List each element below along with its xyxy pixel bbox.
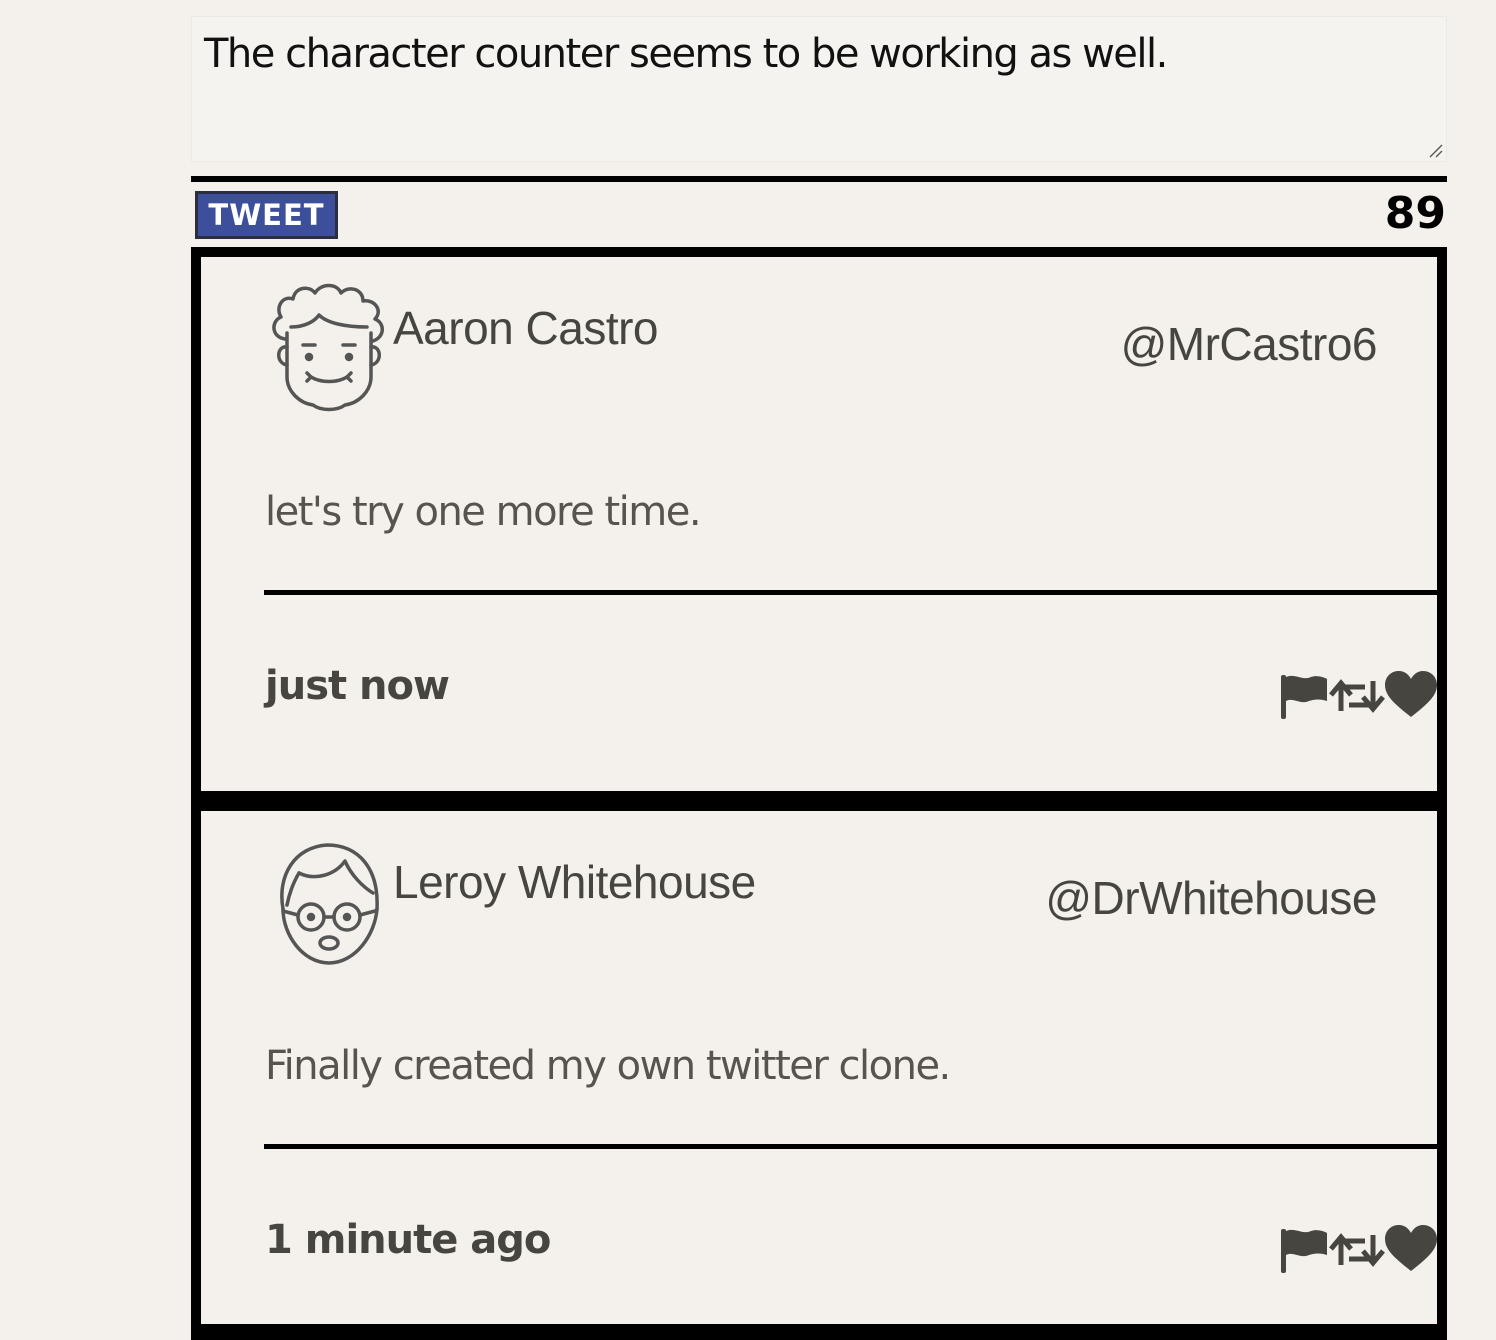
tweet-card: Leroy Whitehouse @DrWhitehouse Finally c… (201, 791, 1437, 1337)
tweet-actions (1279, 671, 1437, 721)
retweet-icon[interactable] (1329, 671, 1385, 721)
avatar-curly-hair-icon (272, 283, 384, 412)
tweet-timestamp: just now (265, 663, 450, 709)
avatar-glasses-icon (280, 843, 379, 965)
composer-text[interactable]: The character counter seems to be workin… (204, 31, 1168, 77)
tweet-feed: Aaron Castro @MrCastro6 let's try one mo… (191, 247, 1447, 1340)
tweet-divider (264, 590, 1437, 595)
tweet-author-name: Aaron Castro (393, 302, 659, 354)
tweet-author-handle: @DrWhitehouse (1045, 872, 1377, 924)
tweet-author-handle: @MrCastro6 (1120, 318, 1378, 370)
heart-icon[interactable] (1385, 1225, 1437, 1275)
retweet-icon[interactable] (1329, 1225, 1385, 1275)
character-counter: 89 (1384, 188, 1446, 239)
tweet-actions (1279, 1225, 1437, 1275)
tweet-author-name: Leroy Whitehouse (393, 856, 756, 908)
resize-handle-icon[interactable] (1427, 142, 1443, 158)
composer-divider (191, 176, 1447, 182)
tweet-button[interactable]: TWEET (195, 191, 338, 239)
heart-icon[interactable] (1385, 671, 1437, 721)
flag-icon[interactable] (1279, 1225, 1329, 1275)
tweet-composer-textarea[interactable]: The character counter seems to be workin… (191, 16, 1447, 162)
flag-icon[interactable] (1279, 671, 1329, 721)
tweet-divider (264, 1144, 1437, 1149)
tweet-timestamp: 1 minute ago (265, 1217, 551, 1263)
tweet-content: Finally created my own twitter clone. (265, 1043, 951, 1089)
feed-bottom-border (191, 1324, 1447, 1340)
tweet-card: Aaron Castro @MrCastro6 let's try one mo… (201, 257, 1437, 791)
tweet-content: let's try one more time. (265, 489, 702, 535)
